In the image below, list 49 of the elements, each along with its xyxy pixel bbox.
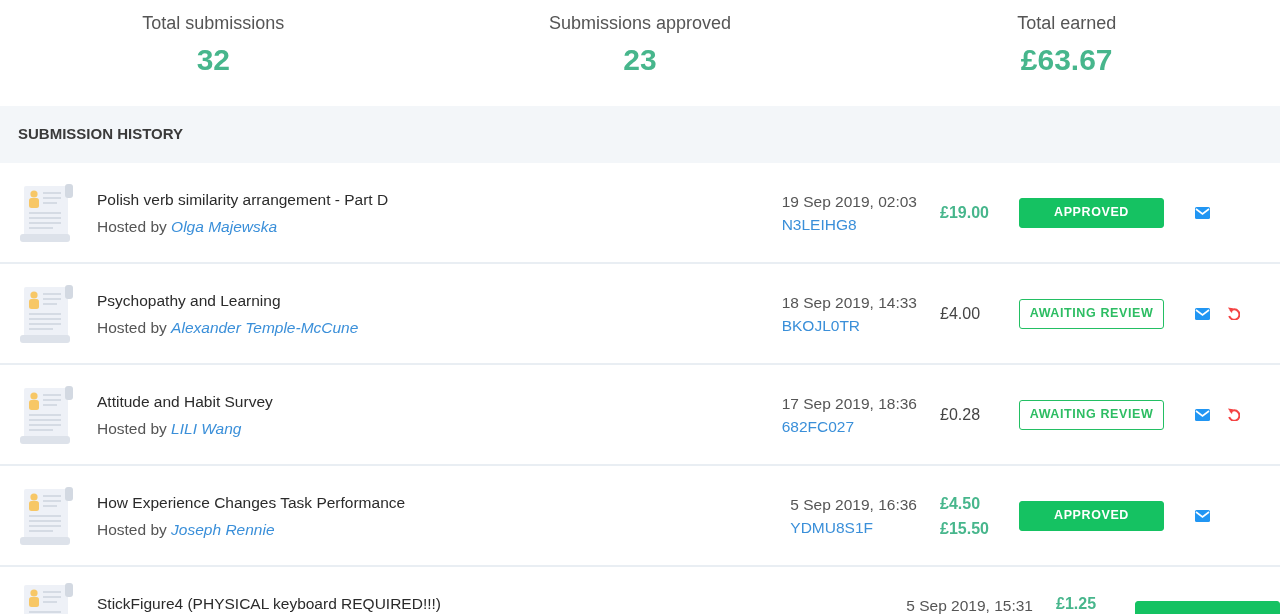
mail-icon[interactable] (1195, 408, 1210, 421)
undo-icon[interactable] (1227, 408, 1240, 421)
submission-code-link[interactable]: 682FC027 (781, 414, 917, 438)
host-line: Hosted by Olga Majewska (97, 216, 279, 237)
mail-icon[interactable] (1195, 307, 1210, 320)
section-title: SUBMISSION HISTORY (18, 124, 184, 145)
submission-date: 5 Sep 2019, 16:36 (790, 494, 917, 515)
undo-icon[interactable] (1227, 307, 1240, 320)
document-icon (18, 284, 75, 343)
status-label: APPROVED (1019, 500, 1164, 531)
study-title: How Experience Changes Task Performance (97, 492, 407, 513)
stat-value: 32 (196, 42, 230, 78)
submission-date: 5 Sep 2019, 15:31 (906, 596, 1033, 614)
stat-label: Total submissions (142, 12, 285, 35)
mail-icon[interactable] (1195, 509, 1210, 522)
status-label: APPROVED (1019, 197, 1164, 228)
study-title: Attitude and Habit Survey (97, 391, 274, 412)
stat-value: £63.67 (1020, 42, 1113, 78)
submission-date: 19 Sep 2019, 02:03 (781, 191, 917, 212)
submission-date: 17 Sep 2019, 18:36 (781, 393, 917, 414)
study-title: StickFigure4 (PHYSICAL keyboard REQUIRED!!!) (97, 594, 442, 614)
submission-date: 18 Sep 2019, 14:33 (781, 292, 917, 313)
amount-text: £4.00 (940, 304, 981, 324)
stat-label: Total earned (1017, 12, 1117, 35)
host-link[interactable]: Joseph Rennie (171, 520, 275, 538)
status-label: AWAITING REVIEW (1019, 298, 1164, 329)
status-label: AWAITING REVIEW (1019, 399, 1164, 430)
amount-text: £0.28 (940, 405, 981, 425)
amount-text: £1.25 (1056, 594, 1097, 614)
amount-text: £15.50 (940, 518, 989, 539)
host-line: Hosted by Joseph Rennie (97, 519, 276, 540)
submission-code-link[interactable]: N3LEIHG8 (781, 212, 917, 236)
stat-value: 23 (623, 42, 657, 78)
study-title: Psychopathy and Learning (97, 290, 282, 311)
document-icon (18, 486, 75, 545)
submission-code-link[interactable]: BKOJL0TR (781, 313, 917, 337)
host-line: Hosted by Alexander Temple-McCune (97, 317, 360, 338)
mail-icon[interactable] (1195, 206, 1210, 219)
amount-text: £19.00 (940, 203, 989, 223)
submission-code-link[interactable]: YDMU8S1F (790, 515, 917, 539)
amount-text: £4.50 (940, 493, 981, 514)
stat-label: Submissions approved (548, 12, 732, 35)
host-link[interactable]: Olga Majewska (171, 217, 278, 235)
document-icon (18, 385, 75, 444)
study-title: Polish verb similarity arrangement - Part D (97, 189, 390, 210)
host-link[interactable]: LILI Wang (171, 419, 242, 437)
host-link[interactable]: Alexander Temple-McCune (171, 318, 359, 336)
document-icon (18, 183, 75, 242)
host-line: Hosted by LILI Wang (97, 418, 243, 439)
